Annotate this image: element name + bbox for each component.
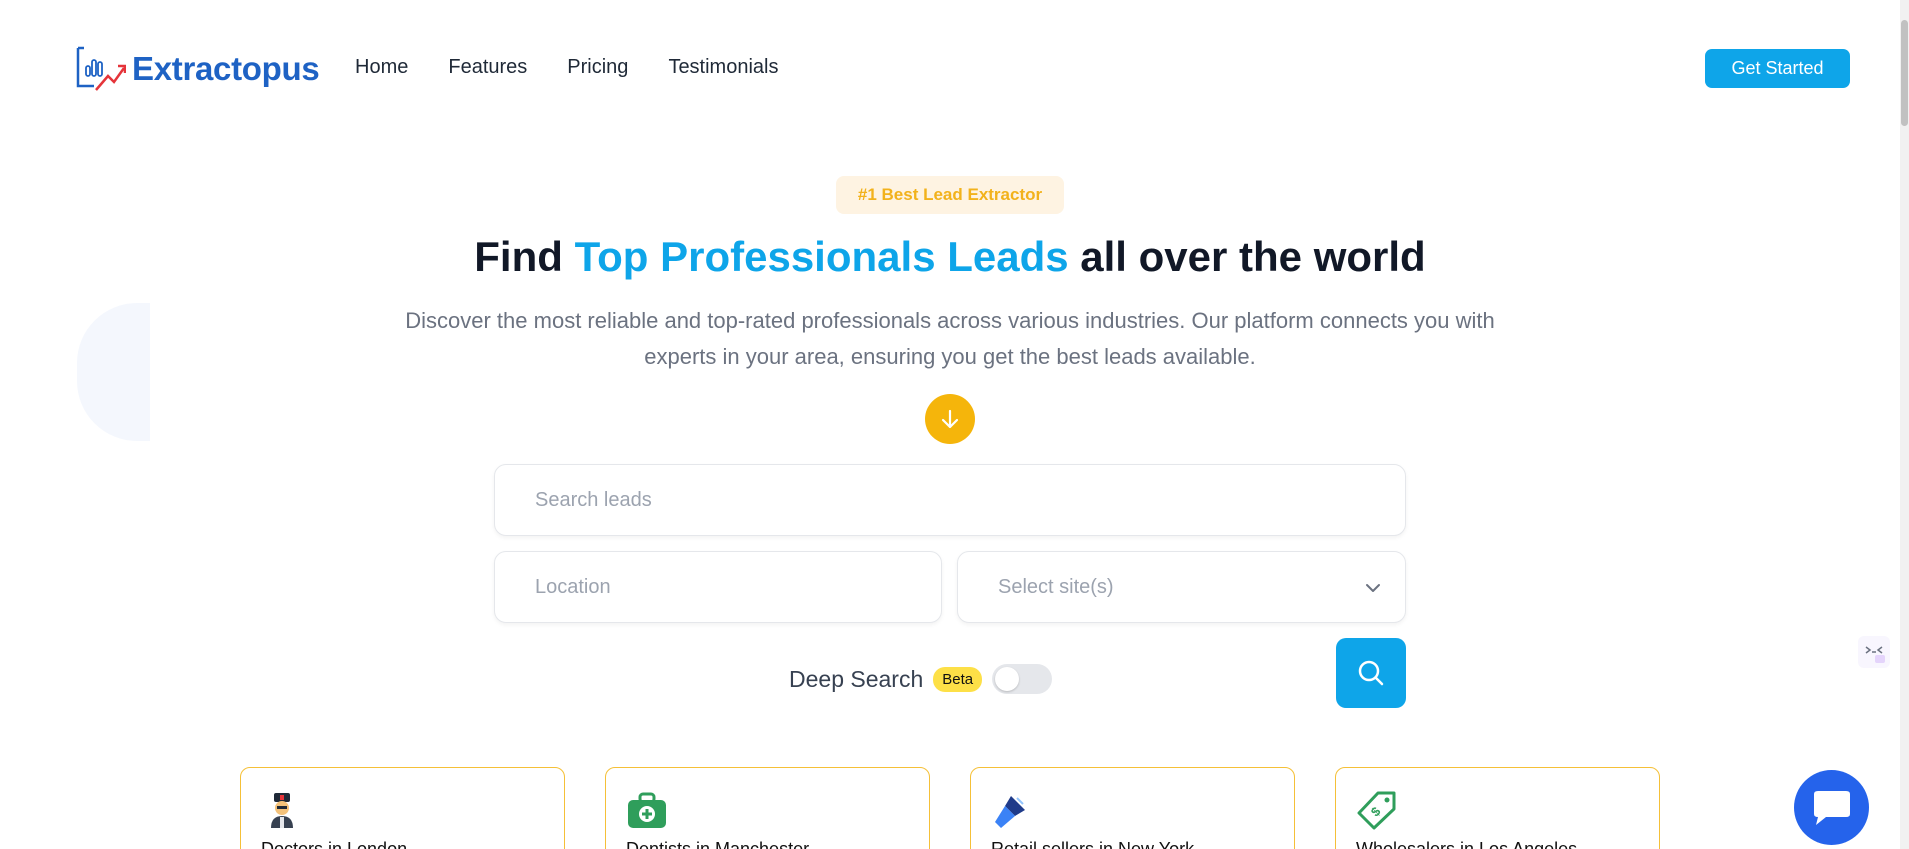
brand-logo[interactable]: Extractopus	[74, 44, 320, 94]
lead-card-doctors[interactable]: Doctors in London	[240, 767, 565, 849]
get-started-button[interactable]: Get Started	[1705, 49, 1850, 88]
doctor-icon	[271, 793, 293, 828]
hero-description: Discover the most reliable and top-rated…	[405, 308, 1495, 369]
nav-testimonials[interactable]: Testimonials	[668, 56, 778, 79]
chat-icon	[1813, 790, 1850, 825]
search-leads-input[interactable]	[494, 464, 1406, 536]
code-widget-icon	[1865, 646, 1885, 663]
lead-card-retail[interactable]: Retail sellers in New York	[970, 767, 1295, 849]
search-button[interactable]	[1336, 638, 1406, 708]
site-select-dropdown[interactable]: Select site(s)	[957, 551, 1406, 623]
svg-text:$: $	[1368, 803, 1384, 819]
search-icon	[1358, 660, 1384, 686]
nav-home[interactable]: Home	[355, 56, 408, 79]
site-select-placeholder: Select site(s)	[998, 575, 1114, 598]
headline-pre: Find	[474, 233, 575, 280]
scroll-down-button[interactable]	[925, 394, 975, 444]
headline-accent: Top Professionals Leads	[574, 233, 1069, 280]
deep-search-label: Deep Search	[789, 665, 924, 692]
card-title: Wholesalers in Los Angeles	[1356, 839, 1578, 849]
card-title: Retail sellers in New York	[991, 839, 1195, 849]
site-header: Extractopus Home Features Pricing Testim…	[0, 0, 1900, 138]
lead-card-wholesalers[interactable]: $ Wholesalers in Los Angeles	[1335, 767, 1660, 849]
chevron-down-icon	[1366, 584, 1380, 592]
brand-name: Extractopus	[132, 50, 320, 87]
location-input[interactable]	[494, 551, 942, 623]
headline-post: all over the world	[1068, 233, 1426, 280]
deep-search-row: Deep Search Beta	[789, 664, 1053, 694]
hero-badge: #1 Best Lead Extractor	[836, 176, 1064, 214]
side-widget-button[interactable]	[1858, 636, 1890, 668]
card-title: Dentists in Manchester	[626, 839, 810, 849]
main-nav: Home Features Pricing Testimonials	[355, 56, 778, 79]
nav-features[interactable]: Features	[448, 56, 527, 79]
scrollbar-thumb[interactable]	[1901, 20, 1908, 126]
hero-headline: Find Top Professionals Leads all over th…	[0, 233, 1900, 281]
chat-button[interactable]	[1794, 770, 1869, 845]
deep-search-toggle[interactable]	[992, 664, 1053, 694]
arrow-down-icon	[941, 409, 959, 429]
decorative-shape	[77, 303, 150, 441]
scrollbar-track[interactable]	[1900, 0, 1909, 849]
toggle-knob	[995, 667, 1020, 691]
price-tag-icon: $	[1357, 791, 1396, 830]
medical-kit-icon	[628, 792, 666, 828]
beta-badge: Beta	[933, 666, 983, 692]
lead-card-dentists[interactable]: Dentists in Manchester	[605, 767, 930, 849]
nav-pricing[interactable]: Pricing	[567, 56, 628, 79]
logo-chart-icon	[76, 46, 126, 91]
card-title: Doctors in London	[261, 839, 408, 849]
flashlight-icon	[995, 796, 1025, 828]
